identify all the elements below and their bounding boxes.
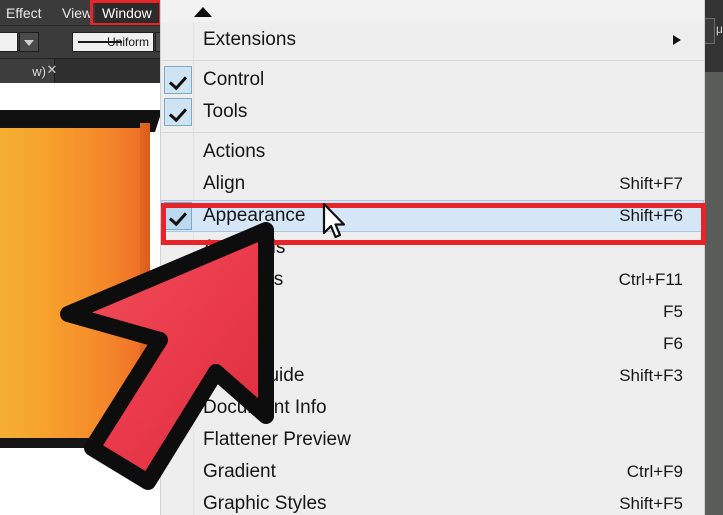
- application-menubar: Effect View Window: [0, 0, 165, 26]
- menu-scroll-up-button[interactable]: [161, 0, 704, 22]
- stroke-weight-field[interactable]: t: [0, 32, 18, 52]
- document-tabbar: w) ✕: [0, 58, 165, 84]
- triangle-up-icon: [194, 7, 212, 17]
- menu-item-label: Control: [203, 69, 265, 90]
- menu-item-shortcut: Shift+F7: [619, 174, 683, 193]
- menu-separator: [161, 132, 704, 133]
- close-icon[interactable]: ✕: [45, 63, 59, 77]
- chevron-right-icon: [673, 35, 681, 45]
- menu-item-label: Align: [203, 173, 246, 194]
- menu-item-shortcut: Shift+F5: [619, 494, 683, 513]
- menu-item-shortcut: F6: [663, 334, 683, 353]
- menu-separator: [161, 60, 704, 61]
- menu-item-shortcut: Ctrl+F11: [618, 270, 683, 289]
- control-bar: t Uniform: [0, 25, 175, 59]
- check-icon: [164, 66, 192, 94]
- menu-item-control[interactable]: Control: [161, 64, 704, 96]
- pointer-arrow-annotation: [60, 222, 274, 490]
- menu-item-label: Tools: [203, 101, 248, 122]
- stroke-profile-preview-icon: [78, 41, 122, 43]
- menu-item-shortcut: Ctrl+F9: [626, 462, 683, 481]
- workspace-panel-glyph: μ: [716, 22, 723, 36]
- menu-item-align[interactable]: Align Shift+F7: [161, 168, 704, 200]
- menu-item-gutter: [161, 64, 193, 96]
- menu-item-label: Extensions: [203, 29, 296, 50]
- stroke-weight-dropdown-icon[interactable]: [19, 32, 39, 52]
- menubar-item-effect[interactable]: Effect: [6, 4, 42, 22]
- menu-item-tools[interactable]: Tools: [161, 96, 704, 128]
- screenshot-stage: Effect View Window t Uniform w) ✕ μ: [0, 0, 723, 515]
- window-menu-highlight-box: [90, 0, 162, 26]
- menu-item-shortcut: Shift+F3: [619, 366, 683, 385]
- menu-item-gutter: [161, 96, 193, 128]
- menu-item-gutter: [161, 168, 193, 200]
- menu-item-label: Actions: [203, 141, 266, 162]
- menu-item-extensions[interactable]: Extensions: [161, 24, 704, 56]
- workspace-panel-edge: [704, 0, 723, 515]
- menu-item-shortcut: F5: [663, 302, 683, 321]
- menu-item-gutter: [161, 136, 193, 168]
- menu-item-gutter: [161, 24, 193, 56]
- menu-item-actions[interactable]: Actions: [161, 136, 704, 168]
- check-icon: [164, 98, 192, 126]
- menubar-item-view[interactable]: View: [62, 4, 92, 22]
- workspace-panel-button[interactable]: [703, 18, 715, 44]
